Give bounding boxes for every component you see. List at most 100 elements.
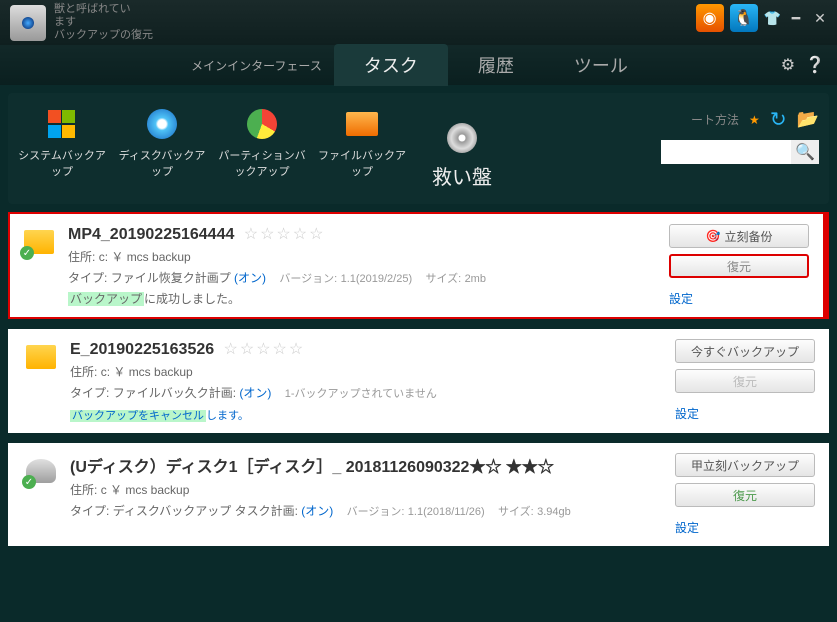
qq-icon[interactable]: 🐧 [730,4,758,32]
status-text: 1-バックアップされていません [285,388,437,400]
window-controls: ◉ 🐧 👕 ━ ✕ [696,4,829,32]
windows-icon [42,107,82,141]
size-label: サイズ: [425,273,461,285]
address-label: 住所: [70,365,97,379]
titlebar: 獣と呼ばれてい ます バックアップの復元 ◉ 🐧 👕 ━ ✕ [0,0,837,45]
type-value: ディスクバックアップ タスク計画: [113,504,298,518]
backup-now-button[interactable]: 甲立刻バックアップ [675,453,815,477]
task-card[interactable]: ✓ MP4_20190225164444 ☆☆☆☆☆ 住所: c: ￥ mcs … [8,212,829,319]
type-label: タイプ: [68,271,107,285]
size-label: サイズ: [498,506,534,518]
address-label: 住所: [70,483,97,497]
version-label: バージョン: [347,506,405,518]
type-label: タイプ: [70,504,109,518]
version-label: バージョン: [279,273,337,285]
task-name: MP4_20190225164444 [68,226,234,244]
task-actions: 🎯立刻备份 復元 設定 [669,224,809,307]
system-backup-button[interactable]: システムバックアップ [18,107,106,179]
disk-icon [142,107,182,141]
toolbar-right: ート方法 ★ ↻ 📂 🔍 [661,107,819,164]
title-line2: ます [54,16,153,29]
cd-icon [442,121,482,155]
folder-icon [342,107,382,141]
minimize-button[interactable]: ━ [787,10,805,27]
on-toggle[interactable]: (オン) [301,504,333,518]
tab-right-icons: ⚙ ❔ [781,55,825,75]
status-rest: に成功しました。 [144,292,240,306]
rescue-label: 救い盤 [432,161,492,190]
help-icon[interactable]: ❔ [805,55,825,75]
partition-backup-label: パーティションバックアップ [218,147,306,179]
main-tabs: メインインターフェース タスク 履歴 ツール ⚙ ❔ [0,45,837,85]
on-toggle[interactable]: (オン) [239,386,271,400]
app-icon [10,5,46,41]
toolbar: システムバックアップ ディスクバックアップ パーティションバックアップ ファイル… [8,93,829,204]
rescue-disk-button[interactable]: 救い盤 [418,121,506,190]
task-info: E_20190225163526 ☆☆☆☆☆ 住所: c: ￥ mcs back… [70,339,663,423]
backup-now-button[interactable]: 🎯立刻备份 [669,224,809,248]
success-badge-icon: ✓ [22,475,36,489]
settings-link[interactable]: 設定 [675,519,815,536]
restore-button[interactable]: 復元 [669,254,809,278]
title-text: 獣と呼ばれてい ます バックアップの復元 [54,3,153,43]
on-toggle[interactable]: (オン) [234,271,266,285]
version-value: 1.1(2019/2/25) [341,273,413,285]
export-icon[interactable]: 📂 [797,109,819,130]
title-line3: バックアップの復元 [54,29,153,42]
version-value: 1.1(2018/11/26) [408,506,485,518]
target-icon: 🎯 [706,229,721,243]
task-icon: ✓ [26,455,58,487]
disk-backup-button[interactable]: ディスクバックアップ [118,107,206,179]
star-icon[interactable]: ★ [749,113,760,127]
sort-method-label[interactable]: ート方法 [691,111,739,128]
task-info: MP4_20190225164444 ☆☆☆☆☆ 住所: c: ￥ mcs ba… [68,224,657,307]
weibo-icon[interactable]: ◉ [696,4,724,32]
task-name: E_20190225163526 [70,341,214,359]
disk-backup-label: ディスクバックアップ [118,147,206,179]
task-info: (Uディスク）ディスク1［ディスク］_ 20181126090322★☆ ★★☆… [70,453,663,536]
task-icon [26,341,58,373]
search-input[interactable] [661,140,791,164]
status-highlight: バックアップ [68,292,144,306]
type-label: タイプ: [70,386,109,400]
system-backup-label: システムバックアップ [18,147,106,179]
partition-icon [242,107,282,141]
backup-now-button[interactable]: 今すぐバックアップ [675,339,815,363]
restore-button[interactable]: 復元 [675,369,815,393]
cancel-backup-link[interactable]: バックアップをキャンセルします。 [70,407,249,423]
settings-link[interactable]: 設定 [675,405,815,422]
task-list: ✓ MP4_20190225164444 ☆☆☆☆☆ 住所: c: ￥ mcs … [8,212,829,546]
task-card[interactable]: ✓ (Uディスク）ディスク1［ディスク］_ 20181126090322★☆ ★… [8,443,829,546]
close-button[interactable]: ✕ [811,10,829,27]
search-button[interactable]: 🔍 [791,140,819,164]
task-card[interactable]: E_20190225163526 ☆☆☆☆☆ 住所: c: ￥ mcs back… [8,329,829,433]
task-name: (Uディスク）ディスク1［ディスク］_ 20181126090322★☆ ★★☆ [70,453,554,477]
size-value: 2mb [465,273,486,285]
file-backup-label: ファイルバックアップ [318,147,406,179]
refresh-icon[interactable]: ↻ [770,107,787,132]
type-value: ファイル恢复ク計画プ [111,271,231,285]
tab-tools[interactable]: ツール [544,44,658,86]
size-value: 3.94gb [537,506,571,518]
address-label: 住所: [68,250,95,264]
task-actions: 甲立刻バックアップ 復元 設定 [675,453,815,536]
settings-link[interactable]: 設定 [669,290,809,307]
settings-icon[interactable]: ⚙ [781,55,795,75]
tab-main-interface[interactable]: メインインターフェース [179,49,334,82]
partition-backup-button[interactable]: パーティションバックアップ [218,107,306,179]
rating-stars[interactable]: ☆☆☆☆☆ [244,224,326,244]
tab-history[interactable]: 履歴 [448,44,544,86]
address-value: c: ￥ mcs backup [99,250,191,264]
restore-button[interactable]: 復元 [675,483,815,507]
tab-task[interactable]: タスク [334,44,448,86]
task-actions: 今すぐバックアップ 復元 設定 [675,339,815,423]
success-badge-icon: ✓ [20,246,34,260]
address-value: c: ￥ mcs backup [101,365,193,379]
address-value: c ￥ mcs backup [101,483,190,497]
file-backup-button[interactable]: ファイルバックアップ [318,107,406,179]
skin-icon[interactable]: 👕 [764,10,781,27]
rating-stars[interactable]: ☆☆☆☆☆ [224,339,306,359]
search-box: 🔍 [661,140,819,164]
type-value: ファイルバッ久ク計画: [113,386,236,400]
task-icon: ✓ [24,226,56,258]
